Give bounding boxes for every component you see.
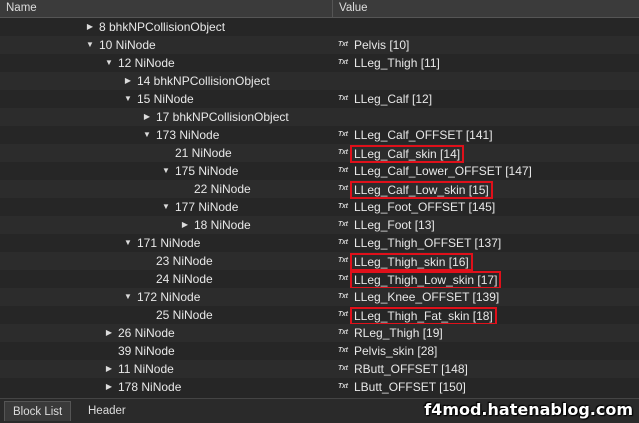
tree-row[interactable]: ▼ 175 NiNode Txt LLeg_Calf_Lower_OFFSET [14…: [0, 162, 639, 180]
tree-row-name: 177 NiNode: [175, 200, 239, 214]
highlighted-value[interactable]: LLeg_Calf_skin [14]: [350, 145, 465, 163]
text-type-icon: Txt: [338, 293, 348, 300]
tree-row-value[interactable]: Pelvis_skin [28]: [354, 342, 437, 360]
expand-arrow-icon[interactable]: ▶: [104, 324, 114, 342]
tree-row-name: 12 NiNode: [118, 56, 175, 70]
tree-row[interactable]: ▶ 11 NiNode Txt RButt_OFFSET [148]: [0, 360, 639, 378]
tree-row-value[interactable]: Pelvis [10]: [354, 36, 409, 54]
tree-row-name: 11 NiNode: [118, 362, 174, 376]
tree-row[interactable]: ▼ 171 NiNode Txt LLeg_Thigh_OFFSET [137]: [0, 234, 639, 252]
tree-row[interactable]: ▶ 18 NiNode Txt LLeg_Foot [13]: [0, 216, 639, 234]
tree-row[interactable]: 21 NiNode Txt LLeg_Calf_skin [14]: [0, 144, 639, 163]
text-type-icon: Txt: [338, 383, 348, 390]
tree-row-value[interactable]: LLeg_Thigh_OFFSET [137]: [354, 234, 501, 252]
tree-row-name: 26 NiNode: [118, 326, 175, 340]
tree-row[interactable]: ▶ 26 NiNode Txt RLeg_Thigh [19]: [0, 324, 639, 342]
collapse-arrow-icon[interactable]: ▼: [161, 162, 171, 180]
collapse-arrow-icon[interactable]: ▼: [142, 126, 152, 144]
column-header: Name Value: [0, 0, 639, 18]
tree-row[interactable]: ▼ 177 NiNode Txt LLeg_Foot_OFFSET [145]: [0, 198, 639, 216]
expand-arrow-icon[interactable]: ▶: [123, 72, 133, 90]
collapse-arrow-icon[interactable]: ▼: [161, 198, 171, 216]
text-type-icon: Txt: [338, 167, 348, 174]
tree-row[interactable]: ▶ 17 bhkNPCollisionObject: [0, 108, 639, 126]
tree-row[interactable]: ▼ 15 NiNode Txt LLeg_Calf [12]: [0, 90, 639, 108]
tree-row-name: 171 NiNode: [137, 236, 201, 250]
tree-row-value[interactable]: RLeg_Thigh [19]: [354, 324, 443, 342]
tree-row[interactable]: ▶ 178 NiNode Txt LButt_OFFSET [150]: [0, 378, 639, 396]
tree-row-name: 8 bhkNPCollisionObject: [99, 20, 226, 34]
expand-arrow-icon[interactable]: ▶: [104, 378, 114, 396]
tree-row-value[interactable]: LLeg_Calf_Lower_OFFSET [147]: [354, 162, 532, 180]
highlighted-value[interactable]: LLeg_Calf_Low_skin [15]: [350, 181, 493, 199]
tree-row-name: 22 NiNode: [194, 182, 251, 196]
text-type-icon: Txt: [338, 41, 348, 48]
tab-block-list[interactable]: Block List: [4, 401, 72, 421]
tree-row[interactable]: ▼ 172 NiNode Txt LLeg_Knee_OFFSET [139]: [0, 288, 639, 306]
tree-row-name: 18 NiNode: [194, 218, 251, 232]
text-type-icon: Txt: [338, 347, 348, 354]
collapse-arrow-icon[interactable]: ▼: [123, 90, 133, 108]
highlighted-value[interactable]: LLeg_Thigh_skin [16]: [350, 253, 473, 271]
expand-arrow-icon[interactable]: ▶: [180, 216, 190, 234]
tree-row-value[interactable]: LButt_OFFSET [150]: [354, 378, 466, 396]
highlighted-value[interactable]: LLeg_Thigh_Low_skin [17]: [350, 271, 502, 289]
text-type-icon: Txt: [338, 239, 348, 246]
tree-row[interactable]: 24 NiNode Txt LLeg_Thigh_Low_skin [17]: [0, 270, 639, 289]
text-type-icon: Txt: [338, 59, 348, 66]
collapse-arrow-icon[interactable]: ▼: [123, 234, 133, 252]
tree-row-name: 14 bhkNPCollisionObject: [137, 74, 270, 88]
column-header-name[interactable]: Name: [0, 0, 333, 17]
tree-row-value[interactable]: RButt_OFFSET [148]: [354, 360, 468, 378]
tree-row-name: 178 NiNode: [118, 380, 182, 394]
tree-row-name: 175 NiNode: [175, 164, 239, 178]
highlighted-value[interactable]: LLeg_Thigh_Fat_skin [18]: [350, 307, 497, 325]
text-type-icon: Txt: [338, 329, 348, 336]
tree-row-value[interactable]: LLeg_Thigh [11]: [354, 54, 440, 72]
tree-row-value[interactable]: LLeg_Foot [13]: [354, 216, 435, 234]
text-type-icon: Txt: [338, 203, 348, 210]
collapse-arrow-icon[interactable]: ▼: [85, 36, 95, 54]
tree-row[interactable]: 39 NiNode Txt Pelvis_skin [28]: [0, 342, 639, 360]
text-type-icon: Txt: [338, 365, 348, 372]
collapse-arrow-icon[interactable]: ▼: [104, 54, 114, 72]
tree-row[interactable]: ▼ 10 NiNode Txt Pelvis [10]: [0, 36, 639, 54]
tree-row-name: 25 NiNode: [156, 308, 213, 322]
expand-arrow-icon[interactable]: ▶: [104, 360, 114, 378]
text-type-icon: Txt: [338, 221, 348, 228]
tree-row-value[interactable]: LLeg_Calf_OFFSET [141]: [354, 126, 493, 144]
tree-row[interactable]: 22 NiNode Txt LLeg_Calf_Low_skin [15]: [0, 180, 639, 199]
tree-row-name: 39 NiNode: [118, 344, 175, 358]
tree-row[interactable]: ▶ 14 bhkNPCollisionObject: [0, 72, 639, 90]
tree-row-name: 172 NiNode: [137, 290, 201, 304]
tree-row-name: 21 NiNode: [175, 146, 232, 160]
tree-row-value[interactable]: LLeg_Calf [12]: [354, 90, 432, 108]
watermark: f4mod.hatenablog.com: [424, 400, 633, 419]
text-type-icon: Txt: [338, 131, 348, 138]
tree-row-value[interactable]: LLeg_Knee_OFFSET [139]: [354, 288, 499, 306]
tree-row[interactable]: 23 NiNode Txt LLeg_Thigh_skin [16]: [0, 252, 639, 271]
block-tree: ▶ 8 bhkNPCollisionObject ▼ 10 NiNode Txt Pelv…: [0, 18, 639, 396]
tree-row[interactable]: 25 NiNode Txt LLeg_Thigh_Fat_skin [18]: [0, 306, 639, 325]
tree-row[interactable]: ▼ 173 NiNode Txt LLeg_Calf_OFFSET [141]: [0, 126, 639, 144]
tree-row-value[interactable]: LLeg_Foot_OFFSET [145]: [354, 198, 495, 216]
bottom-tab-bar: Block List Header f4mod.hatenablog.com: [0, 398, 639, 423]
tree-row[interactable]: ▼ 12 NiNode Txt LLeg_Thigh [11]: [0, 54, 639, 72]
tree-row-name: 17 bhkNPCollisionObject: [156, 110, 289, 124]
tree-row-name: 15 NiNode: [137, 92, 194, 106]
tree-row-name: 10 NiNode: [99, 38, 156, 52]
tree-row-name: 23 NiNode: [156, 254, 213, 268]
collapse-arrow-icon[interactable]: ▼: [123, 288, 133, 306]
column-header-value[interactable]: Value: [333, 0, 639, 17]
expand-arrow-icon[interactable]: ▶: [85, 18, 95, 36]
expand-arrow-icon[interactable]: ▶: [142, 108, 152, 126]
tree-row-name: 173 NiNode: [156, 128, 220, 142]
tree-row[interactable]: ▶ 8 bhkNPCollisionObject: [0, 18, 639, 36]
tab-header[interactable]: Header: [80, 401, 134, 421]
tree-row-name: 24 NiNode: [156, 272, 213, 286]
text-type-icon: Txt: [338, 95, 348, 102]
